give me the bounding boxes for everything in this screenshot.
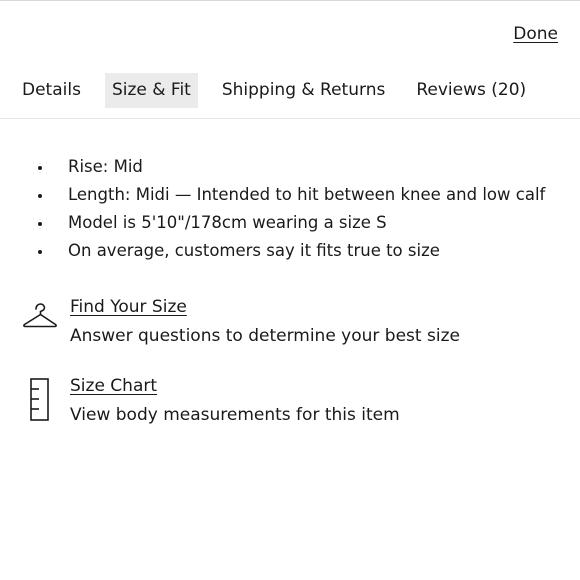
size-chart-link[interactable]: Size Chart <box>70 375 157 397</box>
list-item: Length: Midi — Intended to hit between k… <box>24 181 545 209</box>
bullet-icon <box>38 166 42 170</box>
list-item: Model is 5'10"/178cm wearing a size S <box>24 209 545 237</box>
tab-shipping-returns[interactable]: Shipping & Returns <box>215 73 393 108</box>
done-button[interactable]: Done <box>513 24 558 44</box>
tab-size-fit[interactable]: Size & Fit <box>104 73 198 108</box>
tab-details[interactable]: Details <box>15 73 88 108</box>
ruler-icon <box>20 375 60 421</box>
bullet-icon <box>38 250 42 254</box>
tab-divider <box>0 118 580 119</box>
find-your-size-link[interactable]: Find Your Size <box>70 296 187 318</box>
find-your-size-section: Find Your Size Answer questions to deter… <box>20 296 460 347</box>
tab-reviews[interactable]: Reviews (20) <box>409 73 533 108</box>
size-chart-description: View body measurements for this item <box>70 405 400 425</box>
hanger-icon <box>20 296 60 336</box>
tab-bar: Details Size & Fit Shipping & Returns Re… <box>15 73 533 108</box>
bullet-icon <box>38 222 42 226</box>
size-chart-section: Size Chart View body measurements for th… <box>20 375 400 426</box>
fit-detail-text: On average, customers say it fits true t… <box>68 241 440 260</box>
fit-detail-text: Length: Midi — Intended to hit between k… <box>68 185 546 204</box>
fit-details-list: Rise: Mid Length: Midi — Intended to hit… <box>24 153 545 265</box>
list-item: Rise: Mid <box>24 153 545 181</box>
fit-detail-text: Rise: Mid <box>68 157 143 176</box>
top-border <box>0 0 580 1</box>
find-your-size-description: Answer questions to determine your best … <box>70 326 460 346</box>
fit-detail-text: Model is 5'10"/178cm wearing a size S <box>68 213 387 232</box>
list-item: On average, customers say it fits true t… <box>24 237 545 265</box>
bullet-icon <box>38 194 42 198</box>
